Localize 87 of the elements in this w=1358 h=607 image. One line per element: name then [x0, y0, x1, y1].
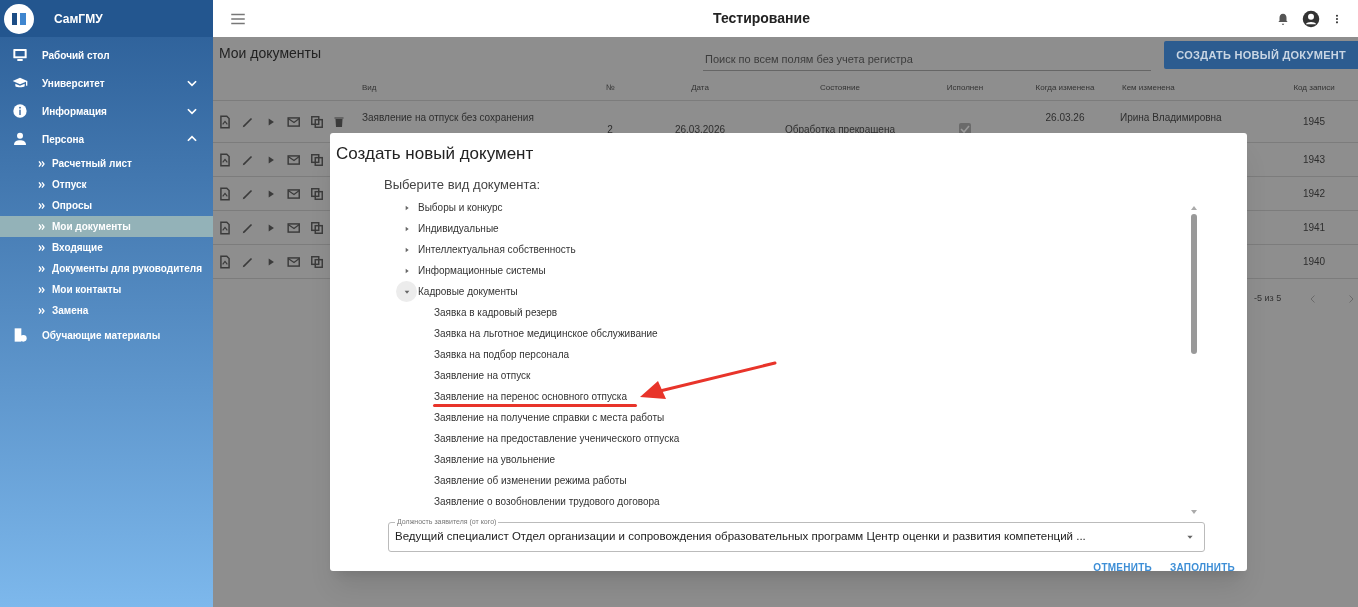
bell-icon[interactable] [1276, 11, 1290, 26]
table-cell-text: 1945 [1302, 115, 1326, 129]
monitor-icon [12, 47, 28, 63]
mail-icon[interactable] [287, 254, 301, 269]
info-icon [12, 103, 28, 119]
sidebar-subitem[interactable]: Документы для руководителя [0, 258, 213, 279]
table-cell-text: Заявление на отпуск без сохранения [361, 111, 535, 125]
column-header: Состояние [819, 81, 861, 94]
table-cell-text: 26.03.2026 [673, 123, 727, 137]
table-cell-text: 1942 [1302, 187, 1326, 201]
mail-icon[interactable] [287, 186, 301, 201]
expand-toggle[interactable] [396, 281, 417, 302]
mail-icon[interactable] [287, 114, 301, 129]
double-chevron-icon [38, 159, 46, 168]
copy-icon[interactable] [310, 220, 324, 235]
sidebar-subitem[interactable]: Опросы [0, 195, 213, 216]
dialog-title: Создать новый документ [335, 143, 535, 165]
pagination-range: -5 из 5 [1254, 292, 1282, 306]
tree-item[interactable]: Заявление на перенос основного отпуска [434, 389, 627, 404]
sidebar-subitem[interactable]: Замена [0, 300, 213, 321]
double-chevron-icon [38, 285, 46, 294]
sidebar-item[interactable]: Университет [0, 69, 213, 97]
double-chevron-icon [38, 180, 46, 189]
double-chevron-icon [38, 264, 46, 273]
mail-icon[interactable] [287, 220, 301, 235]
sidebar-item[interactable]: Рабочий стол [0, 41, 213, 69]
person-icon [12, 131, 28, 147]
double-chevron-icon [38, 243, 46, 252]
document-icon[interactable] [218, 114, 232, 129]
create-document-button[interactable]: СОЗДАТЬ НОВЫЙ ДОКУМЕНТ [1164, 41, 1358, 69]
scroll-down-icon[interactable] [1191, 510, 1197, 514]
sidebar-item[interactable]: Персона [0, 125, 213, 153]
tree-item[interactable]: Интеллектуальная собственность [418, 242, 576, 257]
table-cell-text: 26.03.26 [1044, 111, 1086, 125]
copy-icon[interactable] [310, 186, 324, 201]
scroll-up-icon[interactable] [1191, 206, 1197, 210]
account-icon[interactable] [1302, 9, 1320, 28]
table-cell-text: Ирина Владимировна [1120, 111, 1223, 125]
document-icon[interactable] [218, 220, 232, 235]
tree-item[interactable]: Индивидуальные [418, 221, 499, 236]
tree-item[interactable]: Заявление на отпуск [434, 368, 531, 383]
page-title: Тестирование [712, 9, 811, 28]
double-chevron-icon [38, 306, 46, 315]
document-icon[interactable] [218, 152, 232, 167]
copy-icon[interactable] [310, 114, 324, 129]
dropdown-caret-icon [1186, 533, 1194, 541]
mail-icon[interactable] [287, 152, 301, 167]
document-icon[interactable] [218, 254, 232, 269]
tree-item[interactable]: Заявка на подбор персонала [434, 347, 570, 362]
sidebar-subitem[interactable]: Расчетный лист [0, 153, 213, 174]
document-icon[interactable] [218, 186, 232, 201]
table-cell-text: 1943 [1302, 153, 1326, 167]
tree-item[interactable]: Заявление на предоставление ученического отпуска [434, 431, 680, 446]
table-cell-text: 2 [606, 123, 614, 137]
tree-item[interactable]: Кадровые документы [418, 284, 518, 299]
table-cell-text: 1941 [1302, 221, 1326, 235]
tree-item[interactable]: Заявка на льготное медицинское обслуживание [434, 326, 658, 341]
table-cell-text: Обработка прекращена [784, 123, 896, 137]
copy-icon[interactable] [310, 254, 324, 269]
brand-name: СамГМУ [54, 10, 103, 28]
scrollbar-thumb[interactable] [1191, 214, 1197, 354]
sidebar-subitem[interactable]: Мои контакты [0, 279, 213, 300]
column-header: Когда изменена [1034, 81, 1096, 94]
tree-item[interactable]: Выборы и конкурс [418, 200, 503, 215]
tree-item[interactable]: Заявление на увольнение [434, 452, 556, 467]
logo-icon [4, 3, 34, 34]
tree-item[interactable]: Заявка в кадровый резерв [434, 305, 558, 320]
column-header: № [604, 81, 616, 94]
section-title: Мои документы [218, 44, 322, 63]
tree-item[interactable]: Информационные системы [418, 263, 546, 278]
double-chevron-icon [38, 201, 46, 210]
tree-item[interactable]: Заявление на получение справки с места работы [434, 410, 665, 425]
search-field[interactable]: Поиск по всем полям без учета регистра [703, 47, 1151, 71]
column-header: Дата [690, 81, 710, 94]
column-header: Код записи [1292, 81, 1336, 94]
double-chevron-icon [38, 222, 46, 231]
prompt-text: Выберите вид документа: [384, 175, 541, 194]
copy-icon[interactable] [310, 152, 324, 167]
column-header: Исполнен [945, 81, 985, 94]
sidebar-subitem[interactable]: Отпуск [0, 174, 213, 195]
sidebar-item[interactable]: Информация [0, 97, 213, 125]
sidebar-subitem[interactable]: Входящие [0, 237, 213, 258]
tree-item[interactable]: Заявление о возобновлении трудового договора [434, 494, 660, 509]
tree-item[interactable]: Заявление об изменении режима работы [434, 473, 627, 488]
column-header: Кем изменена [1121, 81, 1176, 94]
table-cell-text: 1940 [1302, 255, 1326, 269]
column-header: Вид [361, 81, 378, 94]
